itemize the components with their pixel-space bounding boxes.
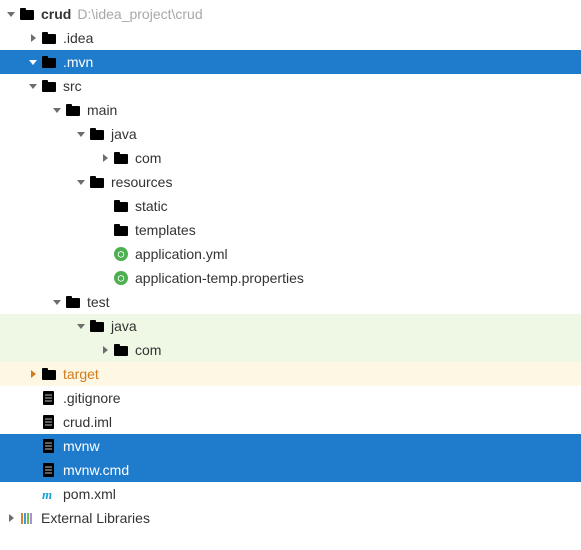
file-label: .gitignore [63,386,121,410]
tree-row-iml[interactable]: crud.iml [0,410,581,434]
folder-label: com [135,146,161,170]
file-label: pom.xml [63,482,116,506]
file-label: mvnw.cmd [63,458,129,482]
tree-row-test[interactable]: test [0,290,581,314]
chevron-right-icon[interactable] [26,31,40,45]
folder-label: java [111,122,137,146]
spring-config-icon: ⬡ [112,245,130,263]
external-libraries-label: External Libraries [41,506,150,530]
file-icon [40,461,58,479]
resources-folder-icon [88,173,106,191]
folder-icon [40,77,58,95]
folder-icon [64,293,82,311]
folder-label: com [135,338,161,362]
spring-config-icon: ⬡ [112,269,130,287]
folder-label: main [87,98,117,122]
tree-row-target[interactable]: target [0,362,581,386]
tree-row-resources[interactable]: resources [0,170,581,194]
folder-icon [112,197,130,215]
project-tree[interactable]: crud D:\idea_project\crud .idea .mvn src… [0,0,581,530]
chevron-down-icon[interactable] [50,295,64,309]
file-label: application.yml [135,242,228,266]
tree-row-mvn[interactable]: .mvn [0,50,581,74]
folder-label: java [111,314,137,338]
tree-row-com-test[interactable]: com [0,338,581,362]
folder-icon [64,101,82,119]
svg-text:⬡: ⬡ [118,250,125,259]
file-label: crud.iml [63,410,112,434]
tree-row-mvnw-cmd[interactable]: mvnw.cmd [0,458,581,482]
folder-label: src [63,74,82,98]
folder-icon [40,53,58,71]
tree-row-app-temp[interactable]: ⬡ application-temp.properties [0,266,581,290]
chevron-right-icon[interactable] [4,511,18,525]
chevron-down-icon[interactable] [50,103,64,117]
tree-row-com-main[interactable]: com [0,146,581,170]
folder-icon [18,5,36,23]
file-icon [40,437,58,455]
folder-icon [40,29,58,47]
svg-text:m: m [42,487,52,502]
folder-label: .idea [63,26,93,50]
chevron-down-icon[interactable] [26,79,40,93]
source-folder-icon [88,125,106,143]
package-icon [112,149,130,167]
tree-row-java-main[interactable]: java [0,122,581,146]
tree-row-templates[interactable]: templates [0,218,581,242]
chevron-down-icon[interactable] [74,175,88,189]
folder-label: test [87,290,110,314]
libraries-icon [18,509,36,527]
folder-label: resources [111,170,172,194]
file-icon [40,413,58,431]
test-folder-icon [88,317,106,335]
tree-row-main[interactable]: main [0,98,581,122]
tree-row-app-yml[interactable]: ⬡ application.yml [0,242,581,266]
file-label: application-temp.properties [135,266,304,290]
chevron-right-icon[interactable] [98,151,112,165]
tree-row-java-test[interactable]: java [0,314,581,338]
file-icon [40,389,58,407]
project-root-label: crud [41,2,71,26]
excluded-folder-icon [40,365,58,383]
tree-row-pom[interactable]: m pom.xml [0,482,581,506]
folder-label: target [63,362,99,386]
chevron-down-icon[interactable] [4,7,18,21]
svg-text:⬡: ⬡ [118,274,125,283]
chevron-down-icon[interactable] [26,55,40,69]
package-icon [112,341,130,359]
folder-label: .mvn [63,50,93,74]
file-label: mvnw [63,434,100,458]
folder-label: static [135,194,168,218]
maven-icon: m [40,485,58,503]
chevron-right-icon[interactable] [26,367,40,381]
tree-row-mvnw[interactable]: mvnw [0,434,581,458]
project-root-path: D:\idea_project\crud [77,6,202,22]
tree-row-static[interactable]: static [0,194,581,218]
tree-row-gitignore[interactable]: .gitignore [0,386,581,410]
tree-row-idea[interactable]: .idea [0,26,581,50]
tree-row-src[interactable]: src [0,74,581,98]
folder-label: templates [135,218,196,242]
tree-row-external-libraries[interactable]: External Libraries [0,506,581,530]
chevron-down-icon[interactable] [74,319,88,333]
tree-row-root[interactable]: crud D:\idea_project\crud [0,2,581,26]
folder-icon [112,221,130,239]
chevron-right-icon[interactable] [98,343,112,357]
chevron-down-icon[interactable] [74,127,88,141]
